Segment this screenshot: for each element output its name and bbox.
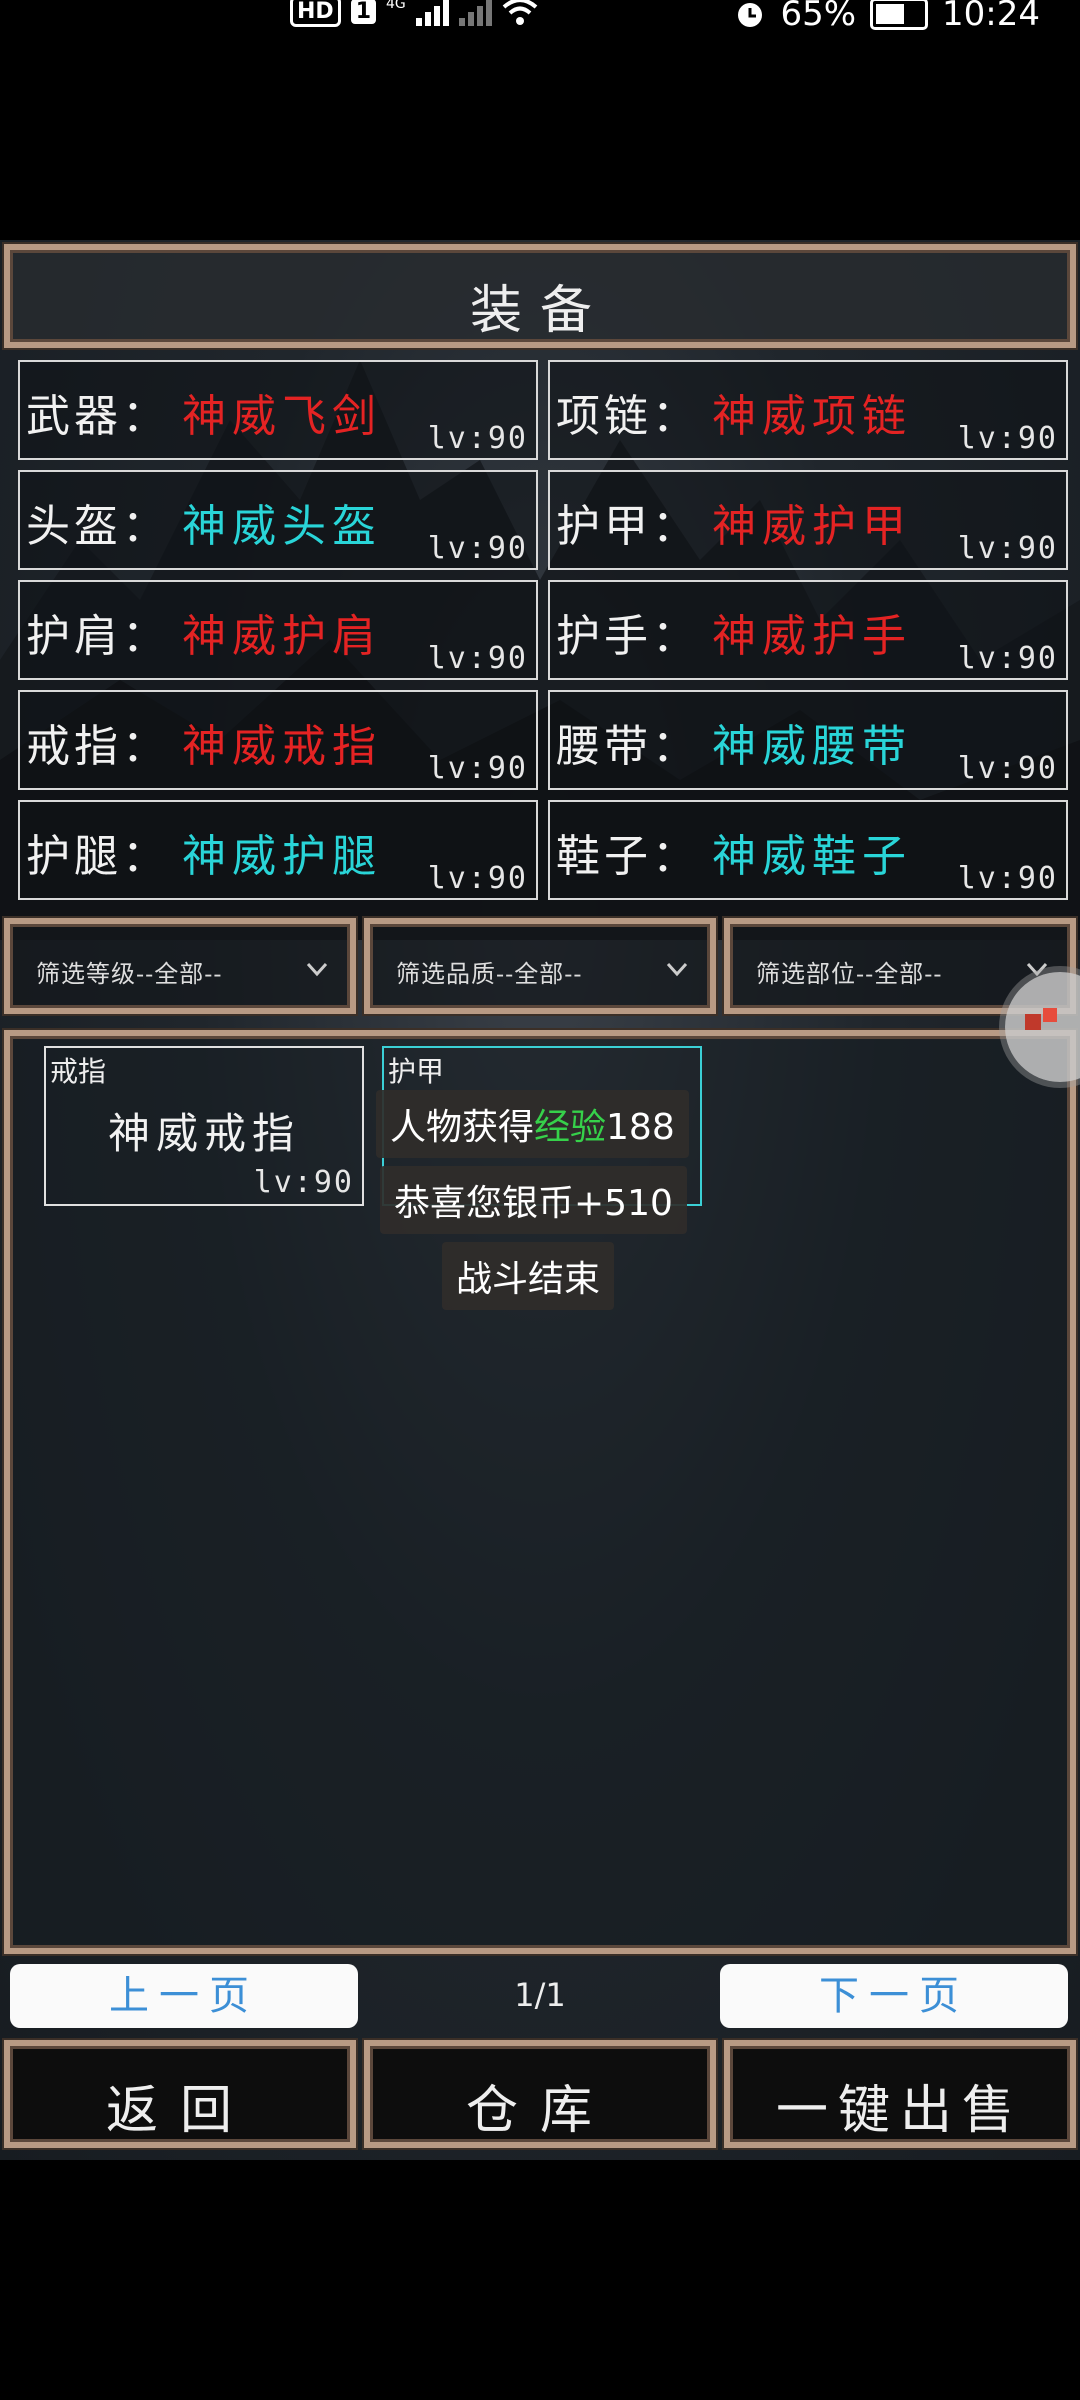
slot-item: 神威头盔 <box>182 501 382 552</box>
slot-level: lv:90 <box>427 641 528 676</box>
warehouse-label: 仓库 <box>465 2081 614 2141</box>
slot-shoes[interactable]: 鞋子： 神威鞋子 lv:90 <box>548 800 1068 900</box>
battery-icon <box>870 0 929 30</box>
equipment-panel: 装备 武器： 神威飞剑 lv:90 项链： 神威项链 lv:90 头盔： 神威头… <box>0 240 1080 2160</box>
item-type: 护甲 <box>388 1055 445 1088</box>
filter-level-label: 筛选等级--全部-- <box>36 960 223 988</box>
slot-level: lv:90 <box>957 531 1058 566</box>
filter-quality-label: 筛选品质--全部-- <box>396 960 583 988</box>
next-page-button[interactable]: 下一页 <box>720 1964 1068 2028</box>
sell-all-label: 一键出售 <box>775 2081 1024 2141</box>
wifi-icon <box>502 0 538 25</box>
slot-label: 武器： <box>26 391 170 442</box>
filter-quality-dropdown[interactable]: 筛选品质--全部-- <box>364 918 716 1014</box>
slot-level: lv:90 <box>957 641 1058 676</box>
slot-necklace[interactable]: 项链： 神威项链 lv:90 <box>548 360 1068 460</box>
exp-value: 188 <box>606 1107 675 1148</box>
exp-prefix: 人物获得 <box>390 1107 535 1148</box>
slot-item: 神威鞋子 <box>712 831 912 882</box>
slot-gloves[interactable]: 护手： 神威护手 lv:90 <box>548 580 1068 680</box>
alarm-icon <box>738 3 763 27</box>
slot-item: 神威项链 <box>712 391 912 442</box>
slot-weapon[interactable]: 武器： 神威飞剑 lv:90 <box>18 360 538 460</box>
slot-level: lv:90 <box>427 531 528 566</box>
slot-label: 头盔： <box>26 501 170 552</box>
hd-badge: HD <box>290 0 341 27</box>
slot-level: lv:90 <box>427 421 528 456</box>
signal-icon <box>415 0 449 26</box>
slot-item: 神威飞剑 <box>182 391 382 442</box>
slot-label: 护肩： <box>26 611 170 662</box>
item-type: 戒指 <box>50 1055 107 1088</box>
status-left: HD 1 4G <box>290 0 538 27</box>
slot-level: lv:90 <box>427 751 528 786</box>
page-title: 装备 <box>469 281 610 341</box>
slot-label: 项链： <box>556 391 700 442</box>
sell-all-button[interactable]: 一键出售 <box>724 2040 1076 2148</box>
slot-level: lv:90 <box>957 421 1058 456</box>
slot-item: 神威护腿 <box>182 831 382 882</box>
status-right: 65% 10:24 <box>734 0 1040 34</box>
slot-label: 护手： <box>556 611 700 662</box>
signal-2-icon <box>458 0 492 26</box>
clock: 10:24 <box>942 0 1040 34</box>
slot-ring[interactable]: 戒指： 神威戒指 lv:90 <box>18 690 538 790</box>
chevron-down-icon <box>666 962 688 977</box>
back-label: 返回 <box>105 2081 254 2141</box>
filter-level-dropdown[interactable]: 筛选等级--全部-- <box>4 918 356 1014</box>
warehouse-button[interactable]: 仓库 <box>364 2040 716 2148</box>
slot-label: 鞋子： <box>556 831 700 882</box>
slot-label: 护甲： <box>556 501 700 552</box>
slot-item: 神威护肩 <box>182 611 382 662</box>
shortcut-icon <box>1025 1008 1057 1030</box>
slot-item: 神威护手 <box>712 611 912 662</box>
exp-toast: 人物获得经验188 <box>376 1090 689 1158</box>
sim-badge: 1 <box>350 0 376 24</box>
slot-level: lv:90 <box>427 861 528 896</box>
slot-item: 神威护甲 <box>712 501 912 552</box>
item-name: 神威戒指 <box>107 1109 300 1158</box>
filter-slot-label: 筛选部位--全部-- <box>756 960 943 988</box>
battery-percent: 65% <box>780 0 857 34</box>
network-type: 4G <box>386 0 406 12</box>
slot-helmet[interactable]: 头盔： 神威头盔 lv:90 <box>18 470 538 570</box>
slot-armor[interactable]: 护甲： 神威护甲 lv:90 <box>548 470 1068 570</box>
slot-item: 神威戒指 <box>182 721 382 772</box>
inventory-item-ring[interactable]: 戒指 神威戒指 lv:90 <box>44 1046 364 1206</box>
slot-level: lv:90 <box>957 751 1058 786</box>
title-bar: 装备 <box>4 244 1076 348</box>
slot-belt[interactable]: 腰带： 神威腰带 lv:90 <box>548 690 1068 790</box>
chevron-down-icon <box>306 962 328 977</box>
slot-legs[interactable]: 护腿： 神威护腿 lv:90 <box>18 800 538 900</box>
item-level: lv:90 <box>253 1165 354 1200</box>
status-bar: HD 1 4G 65% 10:24 <box>0 0 1080 40</box>
silver-toast: 恭喜您银币+510 <box>380 1166 687 1234</box>
slot-shoulder[interactable]: 护肩： 神威护肩 lv:90 <box>18 580 538 680</box>
slot-label: 腰带： <box>556 721 700 772</box>
slot-label: 护腿： <box>26 831 170 882</box>
battle-end-toast: 战斗结束 <box>442 1242 615 1310</box>
slot-level: lv:90 <box>957 861 1058 896</box>
exp-word: 经验 <box>534 1107 607 1148</box>
slot-label: 戒指： <box>26 721 170 772</box>
slot-item: 神威腰带 <box>712 721 912 772</box>
back-button[interactable]: 返回 <box>4 2040 356 2148</box>
